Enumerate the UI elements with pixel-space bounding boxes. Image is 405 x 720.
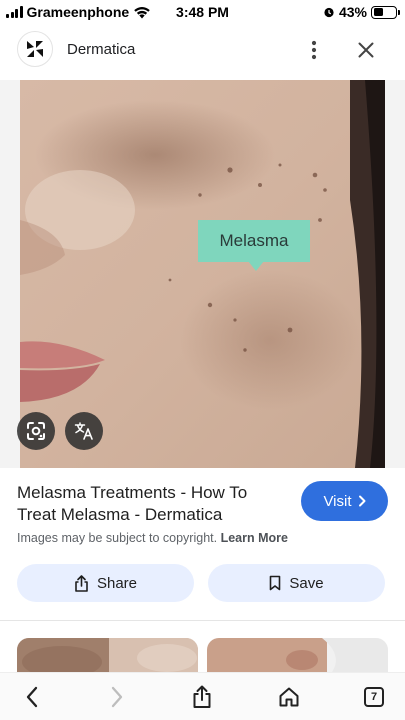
copyright-notice: Images may be subject to copyright. Lear… bbox=[17, 531, 288, 545]
more-options-button[interactable] bbox=[302, 38, 326, 62]
translate-button[interactable] bbox=[65, 412, 103, 450]
share-button[interactable]: Share bbox=[17, 564, 194, 602]
visit-button[interactable]: Visit bbox=[301, 481, 388, 521]
home-button[interactable] bbox=[275, 683, 303, 711]
battery-group: 43% bbox=[323, 4, 400, 20]
melasma-label: Melasma bbox=[198, 220, 310, 271]
more-vert-icon bbox=[311, 40, 317, 60]
close-icon bbox=[358, 42, 374, 58]
result-title[interactable]: Melasma Treatments - How To Treat Melasm… bbox=[17, 482, 287, 526]
battery-icon bbox=[371, 5, 400, 19]
status-bar: Grameenphone 3:48 PM 43% bbox=[0, 0, 405, 24]
tabs-button[interactable]: 7 bbox=[360, 683, 388, 711]
battery-fill bbox=[373, 8, 383, 16]
share-page-button[interactable] bbox=[188, 683, 216, 711]
visit-label: Visit bbox=[323, 492, 352, 510]
copyright-text: Images may be subject to copyright. bbox=[17, 531, 218, 545]
translate-icon bbox=[74, 422, 93, 440]
battery-percent: 43% bbox=[338, 4, 367, 20]
learn-more-link[interactable]: Learn More bbox=[221, 531, 288, 545]
forward-icon bbox=[111, 686, 123, 708]
back-button[interactable] bbox=[18, 683, 46, 711]
home-icon bbox=[279, 687, 299, 707]
divider bbox=[0, 620, 405, 621]
close-button[interactable] bbox=[354, 38, 378, 62]
image-viewer-header: Dermatica bbox=[0, 28, 405, 72]
forward-button[interactable] bbox=[103, 683, 131, 711]
tabs-icon: 7 bbox=[364, 687, 384, 707]
share-icon bbox=[193, 685, 211, 708]
google-lens-icon bbox=[27, 422, 45, 440]
site-name[interactable]: Dermatica bbox=[67, 41, 135, 58]
browser-toolbar: 7 bbox=[0, 672, 405, 720]
bookmark-icon bbox=[270, 575, 281, 591]
back-icon bbox=[26, 686, 38, 708]
save-button[interactable]: Save bbox=[208, 564, 385, 602]
alarm-icon bbox=[324, 7, 334, 18]
face-photo bbox=[20, 80, 385, 468]
chevron-right-icon bbox=[358, 495, 366, 507]
image-preview[interactable]: Melasma bbox=[0, 80, 405, 468]
share-label: Share bbox=[96, 574, 138, 592]
google-lens-button[interactable] bbox=[17, 412, 55, 450]
share-icon bbox=[75, 574, 88, 592]
dermatica-logo-icon[interactable] bbox=[17, 31, 53, 67]
save-label: Save bbox=[289, 574, 324, 592]
